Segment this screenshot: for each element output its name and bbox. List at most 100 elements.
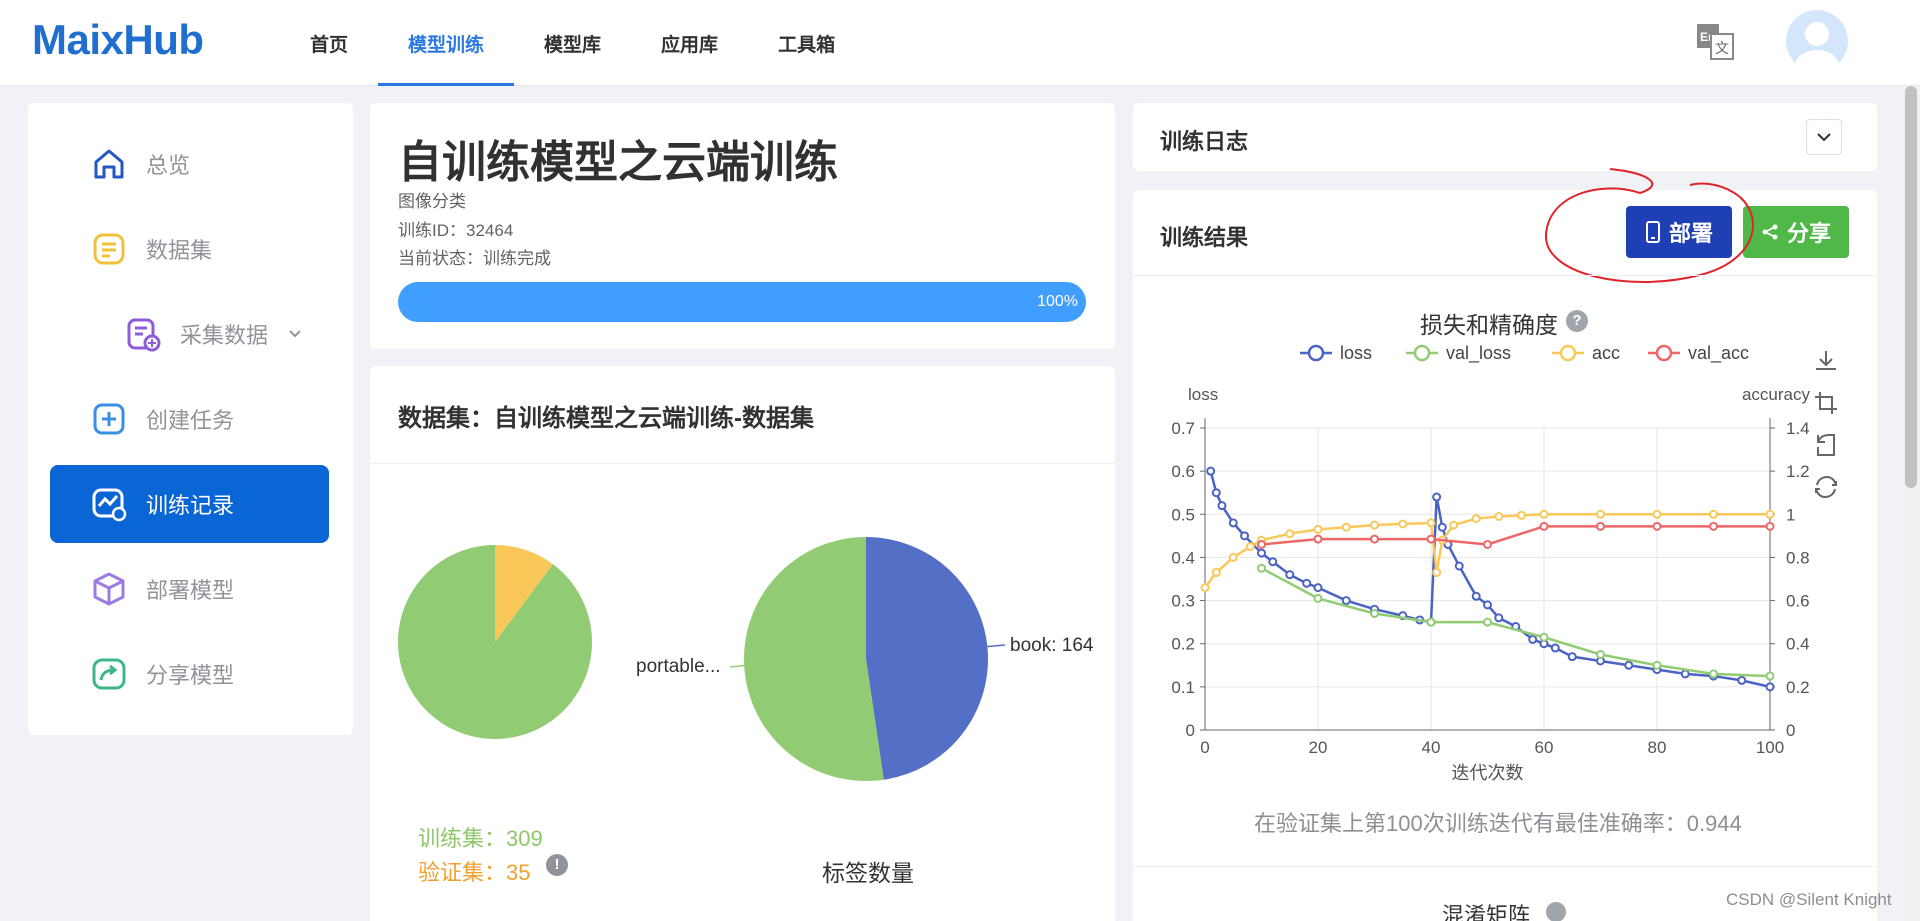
sidebar-item-create-task[interactable]: 创建任务 (50, 380, 329, 458)
data-point-val_acc[interactable] (1483, 539, 1492, 549)
data-point-loss[interactable] (1528, 634, 1538, 644)
legend-label-val_acc[interactable]: val_acc (1688, 343, 1749, 364)
data-point-val_acc[interactable] (1596, 521, 1605, 531)
data-point-acc[interactable] (1471, 514, 1481, 524)
data-point-loss[interactable] (1494, 613, 1504, 623)
data-point-loss[interactable] (1550, 643, 1560, 653)
data-point-acc[interactable] (1341, 522, 1351, 532)
data-point-acc[interactable] (1313, 524, 1323, 534)
data-point-loss[interactable] (1285, 570, 1295, 580)
data-point-val_loss[interactable] (1483, 617, 1492, 627)
data-point-loss[interactable] (1206, 466, 1216, 476)
data-point-acc[interactable] (1652, 509, 1662, 519)
data-point-val_acc[interactable] (1370, 534, 1379, 544)
legend-marker-val_acc[interactable] (1655, 344, 1673, 362)
download-icon[interactable] (1812, 347, 1840, 375)
data-point-val_loss[interactable] (1652, 660, 1662, 670)
sidebar-item-deploy-model[interactable]: 部署模型 (50, 550, 329, 628)
data-point-loss[interactable] (1437, 522, 1447, 532)
data-point-acc[interactable] (1200, 583, 1210, 593)
scroll-thumb[interactable] (1905, 86, 1917, 488)
legend-label-acc[interactable]: acc (1592, 343, 1620, 363)
nav-model-training[interactable]: 模型训练 (378, 0, 515, 86)
data-point-val_loss[interactable] (1257, 563, 1266, 573)
legend-marker-acc[interactable] (1559, 344, 1577, 362)
data-point-val_acc[interactable] (1709, 521, 1718, 531)
page-scrollbar[interactable] (1902, 86, 1920, 921)
nav-home[interactable]: 首页 (280, 0, 378, 86)
data-point-acc[interactable] (1449, 520, 1459, 530)
data-point-val_acc[interactable] (1539, 521, 1549, 531)
data-point-acc[interactable] (1398, 519, 1408, 529)
data-point-acc[interactable] (1228, 552, 1238, 562)
sidebar-item-training-records[interactable]: 训练记录 (50, 465, 329, 543)
nav-app-library[interactable]: 应用库 (631, 0, 748, 86)
legend-label-val_loss[interactable]: val_loss (1446, 343, 1511, 364)
data-point-acc[interactable] (1370, 520, 1379, 530)
data-point-acc[interactable] (1245, 542, 1255, 552)
data-point-loss[interactable] (1567, 652, 1577, 662)
train-val-pie-slice-1[interactable] (398, 545, 592, 739)
logo[interactable]: MaixHub (32, 16, 204, 64)
data-point-loss[interactable] (1432, 492, 1442, 502)
data-point-val_acc[interactable] (1313, 534, 1323, 544)
data-point-loss[interactable] (1257, 548, 1266, 558)
info-icon[interactable]: ! (546, 854, 568, 876)
data-point-val_acc[interactable] (1426, 534, 1436, 544)
data-point-acc[interactable] (1211, 568, 1221, 578)
data-point-loss[interactable] (1240, 531, 1250, 541)
data-point-val_loss[interactable] (1765, 671, 1775, 681)
data-point-val_loss[interactable] (1370, 609, 1379, 619)
series-line-loss[interactable] (1209, 470, 1771, 689)
data-point-val_loss[interactable] (1313, 593, 1323, 603)
data-point-val_acc[interactable] (1652, 521, 1662, 531)
data-point-acc[interactable] (1765, 509, 1775, 519)
data-point-loss[interactable] (1765, 682, 1775, 692)
sidebar-item-share-model[interactable]: 分享模型 (50, 635, 329, 713)
sidebar-item-overview[interactable]: 总览 (50, 125, 329, 203)
data-point-loss[interactable] (1483, 600, 1492, 610)
legend-marker-loss[interactable] (1307, 344, 1325, 362)
sidebar-item-collect-data[interactable]: 采集数据 (50, 295, 329, 373)
data-point-loss[interactable] (1313, 583, 1323, 593)
data-point-val_loss[interactable] (1426, 617, 1436, 627)
chevron-down-icon[interactable] (287, 325, 303, 341)
data-point-acc[interactable] (1426, 518, 1436, 528)
data-point-val_acc[interactable] (1765, 521, 1775, 531)
data-point-acc[interactable] (1709, 509, 1718, 519)
chart-help-icon[interactable]: ? (1566, 310, 1588, 332)
data-point-val_acc[interactable] (1257, 539, 1266, 549)
data-point-loss[interactable] (1471, 591, 1481, 601)
data-point-val_loss[interactable] (1596, 650, 1605, 659)
restore-icon[interactable] (1812, 473, 1840, 501)
data-point-loss[interactable] (1454, 561, 1464, 571)
data-point-acc[interactable] (1494, 511, 1504, 521)
data-point-loss[interactable] (1217, 501, 1227, 511)
zoom-reset-icon[interactable] (1812, 431, 1840, 459)
translate-icon[interactable]: En 文 (1694, 21, 1736, 63)
zoom-icon[interactable] (1812, 389, 1840, 417)
data-point-val_loss[interactable] (1709, 669, 1718, 679)
data-point-loss[interactable] (1228, 518, 1238, 528)
expand-log-button[interactable] (1806, 119, 1842, 155)
data-point-val_loss[interactable] (1539, 632, 1549, 642)
sidebar-item-dataset[interactable]: 数据集 (50, 210, 329, 288)
nav-toolbox[interactable]: 工具箱 (748, 0, 865, 86)
data-point-acc[interactable] (1432, 568, 1442, 578)
data-point-acc[interactable] (1516, 510, 1526, 520)
legend-marker-val_loss[interactable] (1413, 344, 1431, 362)
data-point-loss[interactable] (1268, 557, 1278, 567)
data-point-loss[interactable] (1624, 660, 1634, 670)
help-icon[interactable] (1546, 902, 1566, 921)
data-point-acc[interactable] (1596, 509, 1605, 519)
data-point-loss[interactable] (1341, 596, 1351, 606)
data-point-loss[interactable] (1680, 669, 1690, 679)
data-point-loss[interactable] (1302, 578, 1312, 588)
nav-model-library[interactable]: 模型库 (514, 0, 631, 86)
data-point-loss[interactable] (1211, 488, 1221, 498)
data-point-acc[interactable] (1285, 529, 1295, 539)
legend-label-loss[interactable]: loss (1340, 343, 1372, 363)
data-point-acc[interactable] (1539, 509, 1549, 519)
user-avatar[interactable] (1786, 10, 1848, 72)
data-point-loss[interactable] (1737, 675, 1747, 685)
